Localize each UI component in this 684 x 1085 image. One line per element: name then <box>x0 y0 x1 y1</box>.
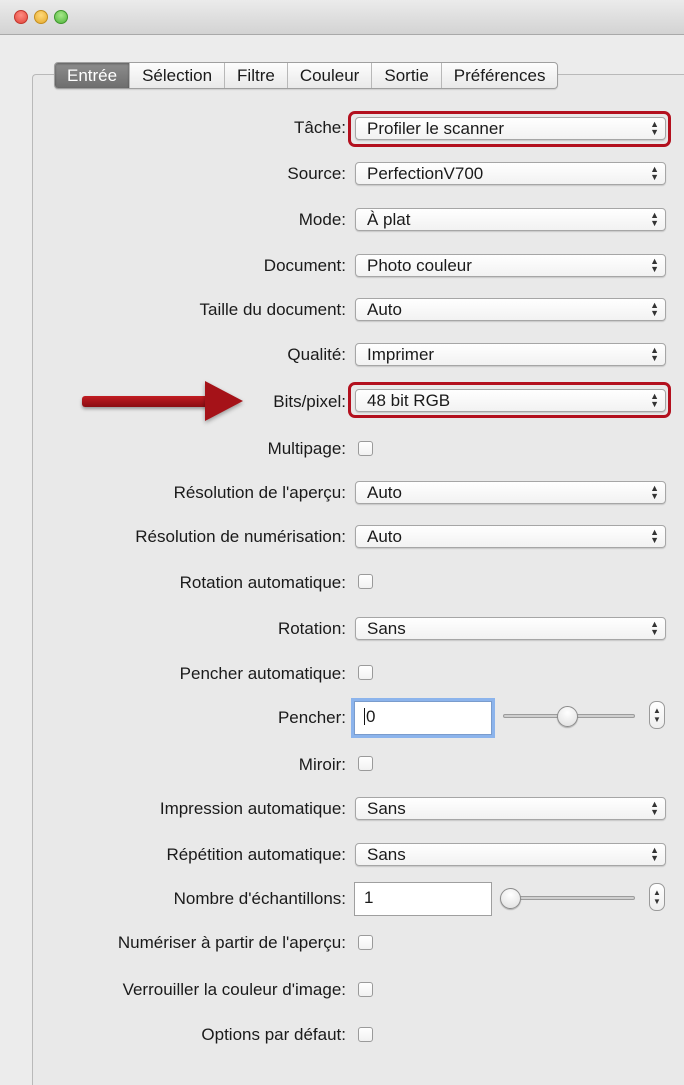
zoom-window-icon[interactable] <box>54 10 68 24</box>
repetition-automatique-popup[interactable]: Sans ▲ ▼ <box>355 843 666 866</box>
repetition-automatique-label: Répétition automatique: <box>166 845 346 864</box>
popup-arrows-icon: ▲ ▼ <box>650 164 659 182</box>
numeriser-apercu-label: Numériser à partir de l'aperçu: <box>117 933 346 952</box>
verrouiller-couleur-checkbox[interactable] <box>358 982 373 997</box>
options-defaut-checkbox[interactable] <box>358 1027 373 1042</box>
pencher-automatique-checkbox[interactable] <box>358 665 373 680</box>
minimize-window-icon[interactable] <box>34 10 48 24</box>
mode-label: Mode: <box>298 210 346 229</box>
resolution-numerisation-popup[interactable]: Auto ▲ ▼ <box>355 525 666 548</box>
nombre-echantillons-slider-track[interactable] <box>503 896 635 900</box>
multipage-checkbox[interactable] <box>358 441 373 456</box>
annotation-arrow-shaft <box>82 396 210 407</box>
source-value: PerfectionV700 <box>367 164 484 183</box>
tab-entree[interactable]: Entrée <box>55 63 131 88</box>
pencher-value: 0 <box>366 707 376 726</box>
resolution-numerisation-label: Résolution de numérisation: <box>135 527 346 546</box>
tab-filtre[interactable]: Filtre <box>225 63 288 88</box>
nombre-echantillons-input[interactable]: 1 <box>354 882 492 916</box>
tab-sortie[interactable]: Sortie <box>372 63 442 88</box>
options-defaut-label: Options par défaut: <box>201 1025 346 1044</box>
qualite-popup[interactable]: Imprimer ▲ ▼ <box>355 343 666 366</box>
qualite-label: Qualité: <box>287 345 346 364</box>
source-popup[interactable]: PerfectionV700 ▲ ▼ <box>355 162 666 185</box>
popup-arrows-icon: ▲ ▼ <box>650 300 659 318</box>
nombre-echantillons-label: Nombre d'échantillons: <box>173 889 346 908</box>
popup-arrows-icon: ▲ ▼ <box>650 527 659 545</box>
popup-arrows-icon: ▲ ▼ <box>650 210 659 228</box>
pencher-automatique-label: Pencher automatique: <box>179 664 346 683</box>
nombre-echantillons-slider-knob[interactable] <box>500 888 521 909</box>
resolution-numerisation-value: Auto <box>367 527 402 546</box>
pencher-stepper[interactable]: ▲ ▼ <box>649 701 665 729</box>
annotation-arrow-icon <box>205 381 243 421</box>
document-value: Photo couleur <box>367 256 472 275</box>
mode-popup[interactable]: À plat ▲ ▼ <box>355 208 666 231</box>
rotation-value: Sans <box>367 619 406 638</box>
tab-couleur[interactable]: Couleur <box>288 63 373 88</box>
pencher-slider-knob[interactable] <box>557 706 578 727</box>
popup-arrows-icon: ▲ ▼ <box>650 619 659 637</box>
tache-label: Tâche: <box>294 118 346 137</box>
taille-document-value: Auto <box>367 300 402 319</box>
bits-pixel-label: Bits/pixel: <box>273 392 346 411</box>
resolution-apercu-popup[interactable]: Auto ▲ ▼ <box>355 481 666 504</box>
tab-preferences[interactable]: Préférences <box>442 63 558 88</box>
numeriser-apercu-checkbox[interactable] <box>358 935 373 950</box>
rotation-popup[interactable]: Sans ▲ ▼ <box>355 617 666 640</box>
multipage-label: Multipage: <box>267 439 346 458</box>
tache-highlight-box <box>348 111 671 147</box>
rotation-label: Rotation: <box>277 619 346 638</box>
window-titlebar <box>0 0 684 35</box>
mode-value: À plat <box>367 210 411 229</box>
popup-arrows-icon: ▲ ▼ <box>650 483 659 501</box>
text-caret <box>364 708 365 725</box>
tab-selection[interactable]: Sélection <box>130 63 226 88</box>
nombre-echantillons-stepper[interactable]: ▲ ▼ <box>649 883 665 911</box>
rotation-automatique-checkbox[interactable] <box>358 574 373 589</box>
taille-document-label: Taille du document: <box>199 300 346 319</box>
source-label: Source: <box>287 164 346 183</box>
impression-automatique-value: Sans <box>367 799 406 818</box>
rotation-automatique-label: Rotation automatique: <box>179 573 346 592</box>
document-popup[interactable]: Photo couleur ▲ ▼ <box>355 254 666 277</box>
close-window-icon[interactable] <box>14 10 28 24</box>
tab-bar: Entrée Sélection Filtre Couleur Sortie P… <box>54 62 559 89</box>
impression-automatique-popup[interactable]: Sans ▲ ▼ <box>355 797 666 820</box>
impression-automatique-label: Impression automatique: <box>159 799 346 818</box>
verrouiller-couleur-label: Verrouiller la couleur d'image: <box>122 980 346 999</box>
bits-pixel-highlight-box <box>348 382 671 418</box>
resolution-apercu-label: Résolution de l'aperçu: <box>173 483 346 502</box>
popup-arrows-icon: ▲ ▼ <box>650 845 659 863</box>
document-label: Document: <box>263 256 346 275</box>
miroir-checkbox[interactable] <box>358 756 373 771</box>
resolution-apercu-value: Auto <box>367 483 402 502</box>
popup-arrows-icon: ▲ ▼ <box>650 345 659 363</box>
pencher-label: Pencher: <box>277 708 346 727</box>
popup-arrows-icon: ▲ ▼ <box>650 799 659 817</box>
qualite-value: Imprimer <box>367 345 435 364</box>
taille-document-popup[interactable]: Auto ▲ ▼ <box>355 298 666 321</box>
popup-arrows-icon: ▲ ▼ <box>650 256 659 274</box>
pencher-input[interactable]: 0 <box>354 701 492 735</box>
repetition-automatique-value: Sans <box>367 845 406 864</box>
miroir-label: Miroir: <box>298 755 346 774</box>
nombre-echantillons-value: 1 <box>364 888 374 907</box>
